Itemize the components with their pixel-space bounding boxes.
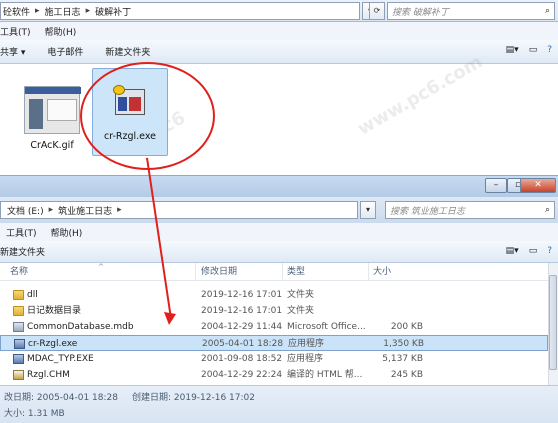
- view-options: ▤▾ ▭ ?: [506, 246, 552, 256]
- details-pane: 改日期: 2005-04-01 18:28 创建日期: 2019-12-16 1…: [0, 385, 558, 423]
- cell-name: dll: [27, 290, 38, 300]
- share-button[interactable]: 共享 ▾: [0, 45, 25, 58]
- screenshot-root: 砼软件 ▸ 施工日志 ▸ 破解补丁 ▾ ⟳ 搜索 破解补丁 ⌕ 工具(T) 帮助…: [0, 0, 558, 423]
- breadcrumb-item[interactable]: 砼软件: [3, 5, 30, 18]
- view-toggle-icon[interactable]: ▤▾: [506, 45, 519, 55]
- bottom-address-bar: 文档 (E:) ▸ 筑业施工日志 ▸ ▾ 搜索 筑业施工日志 ⌕: [0, 197, 558, 223]
- refresh-icon[interactable]: ⟳: [369, 2, 385, 20]
- image-thumbnail-icon: [24, 86, 81, 134]
- breadcrumb-separator-icon: ▸: [85, 6, 91, 16]
- bottom-breadcrumb[interactable]: 文档 (E:) ▸ 筑业施工日志 ▸: [0, 201, 358, 219]
- close-icon[interactable]: ✕: [520, 178, 556, 193]
- cell-type: 编译的 HTML 帮...: [287, 370, 363, 380]
- dropdown-arrow-icon[interactable]: ▾: [360, 201, 376, 219]
- search-icon[interactable]: ⌕: [545, 6, 550, 16]
- cell-date: 2019-12-16 17:01: [201, 290, 283, 300]
- bottom-title-bar: – ▫ ✕: [0, 175, 558, 197]
- sort-ascending-icon: ^: [98, 263, 104, 271]
- breadcrumb-item[interactable]: 施工日志: [45, 5, 81, 18]
- search-icon[interactable]: ⌕: [545, 205, 550, 215]
- cell-name: Rzgl.CHM: [27, 370, 70, 380]
- breadcrumb-separator-icon: ▸: [48, 205, 54, 215]
- preview-pane-icon[interactable]: ▭: [529, 246, 538, 256]
- cell-name: cr-Rzgl.exe: [28, 339, 78, 349]
- bottom-toolbar: 新建文件夹: [0, 241, 558, 263]
- table-row[interactable]: cr-Rzgl.exe 2005-04-01 18:28 应用程序 1,350 KB: [0, 335, 548, 351]
- cell-size: 245 KB: [390, 370, 423, 380]
- menu-tools[interactable]: 工具(T): [0, 25, 31, 38]
- detail-size: 大小: 1.31 MB: [4, 409, 65, 419]
- view-toggle-icon[interactable]: ▤▾: [506, 246, 519, 256]
- menu-tools[interactable]: 工具(T): [6, 226, 37, 239]
- cell-date: 2019-12-16 17:01: [201, 306, 283, 316]
- file-name: CrAcK.gif: [30, 140, 74, 151]
- detail-created: 创建日期: 2019-12-16 17:02: [132, 393, 255, 403]
- breadcrumb-separator-icon: ▸: [117, 205, 122, 215]
- table-row[interactable]: MDAC_TYP.EXE 2001-09-08 18:52 应用程序 5,137 KB: [0, 351, 548, 367]
- new-folder-button[interactable]: 新建文件夹: [105, 45, 150, 58]
- bottom-menu-bar: 工具(T) 帮助(H): [0, 223, 558, 241]
- top-breadcrumb[interactable]: 砼软件 ▸ 施工日志 ▸ 破解补丁: [0, 2, 360, 20]
- breadcrumb-item[interactable]: 破解补丁: [95, 5, 131, 18]
- bottom-search-input[interactable]: 搜索 筑业施工日志 ⌕: [385, 201, 555, 219]
- cell-date: 2004-12-29 22:24: [201, 370, 283, 380]
- top-menu-bar: 工具(T) 帮助(H): [0, 22, 558, 40]
- detail-modified: 改日期: 2005-04-01 18:28: [4, 393, 118, 403]
- column-header-date[interactable]: 修改日期: [197, 263, 283, 281]
- folder-icon: [13, 306, 24, 316]
- cell-type: Microsoft Office...: [287, 322, 366, 332]
- new-folder-button[interactable]: 新建文件夹: [0, 245, 45, 258]
- watermark: www.pc6.com: [354, 51, 487, 140]
- table-row[interactable]: CommonDatabase.mdb 2004-12-29 11:44 Micros…: [0, 319, 548, 335]
- view-options: ▤▾ ▭ ?: [506, 45, 552, 55]
- preview-pane-icon[interactable]: ▭: [529, 45, 538, 55]
- scrollbar-thumb[interactable]: [549, 275, 557, 370]
- cell-type: 应用程序: [287, 354, 324, 364]
- cell-type: 文件夹: [287, 306, 315, 316]
- exe-icon: [13, 354, 24, 364]
- table-row[interactable]: dll 2019-12-16 17:01 文件夹: [0, 287, 548, 303]
- cell-name: MDAC_TYP.EXE: [27, 354, 94, 364]
- database-icon: [13, 322, 24, 332]
- help-icon[interactable]: ?: [547, 246, 552, 256]
- cell-size: 5,137 KB: [382, 354, 423, 364]
- help-file-icon: [13, 370, 24, 380]
- breadcrumb-item[interactable]: 文档 (E:): [7, 204, 44, 217]
- cell-size: 1,350 KB: [383, 339, 424, 349]
- cell-date: 2005-04-01 18:28: [202, 339, 284, 349]
- email-button[interactable]: 电子邮件: [47, 45, 83, 58]
- table-row[interactable]: 日记数据目录 2019-12-16 17:01 文件夹: [0, 303, 548, 319]
- cell-size: [369, 303, 423, 319]
- menu-help[interactable]: 帮助(H): [45, 25, 77, 38]
- column-headers: 名称 ^ 修改日期 类型 大小: [0, 263, 548, 281]
- exe-icon: [14, 339, 25, 349]
- menu-help[interactable]: 帮助(H): [51, 226, 83, 239]
- cell-size: 200 KB: [390, 322, 423, 332]
- folder-icon: [13, 290, 24, 300]
- breadcrumb-separator-icon: ▸: [35, 6, 40, 16]
- table-row[interactable]: Rzgl.CHM 2004-12-29 22:24 编译的 HTML 帮... 245…: [0, 367, 548, 383]
- minimize-icon[interactable]: –: [485, 178, 507, 193]
- cell-type: 应用程序: [288, 339, 325, 349]
- column-header-size[interactable]: 大小: [369, 263, 427, 281]
- highlight-circle: [80, 62, 215, 170]
- cell-type: 文件夹: [287, 290, 315, 300]
- search-placeholder: 搜索 破解补丁: [392, 7, 449, 18]
- annotation-arrowhead-icon: [164, 312, 176, 325]
- help-icon[interactable]: ?: [547, 45, 552, 55]
- cell-size: [369, 287, 423, 303]
- search-placeholder: 搜索 筑业施工日志: [390, 206, 465, 217]
- top-search-input[interactable]: 搜索 破解补丁 ⌕: [387, 2, 555, 20]
- breadcrumb-item[interactable]: 筑业施工日志: [58, 204, 112, 217]
- top-address-bar: 砼软件 ▸ 施工日志 ▸ 破解补丁 ▾ ⟳ 搜索 破解补丁 ⌕: [0, 0, 558, 22]
- cell-date: 2001-09-08 18:52: [201, 354, 283, 364]
- cell-date: 2004-12-29 11:44: [201, 322, 283, 332]
- column-header-type[interactable]: 类型: [283, 263, 369, 281]
